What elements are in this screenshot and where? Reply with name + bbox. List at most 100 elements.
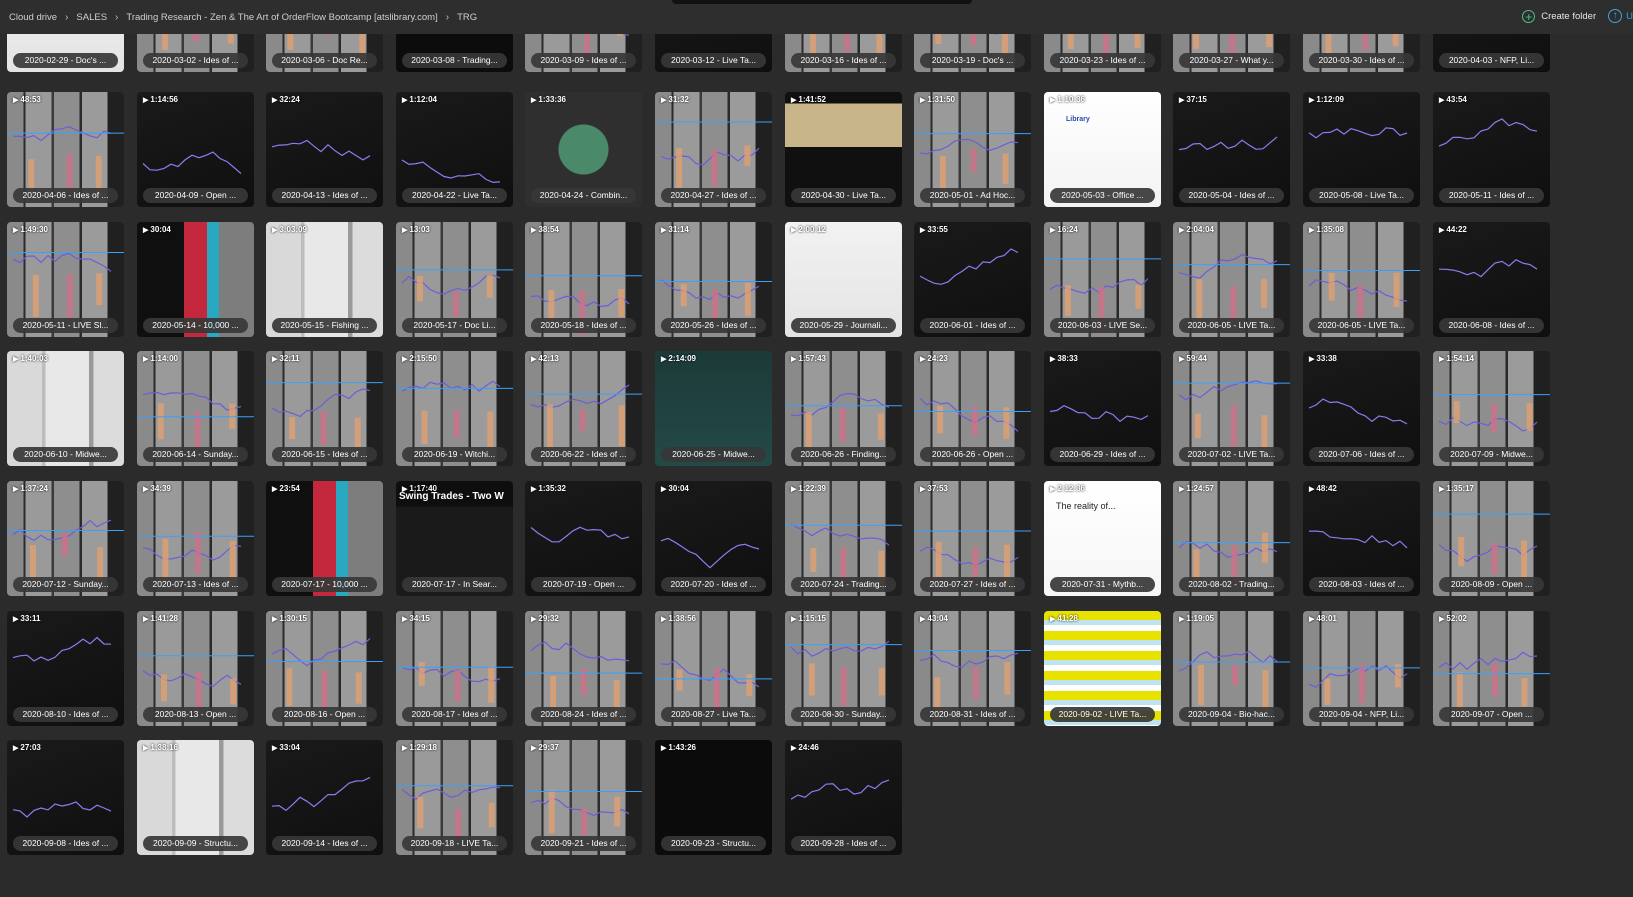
upload-button[interactable]: ↑ U	[1608, 9, 1633, 23]
video-tile[interactable]: Library ▶ 1:10:36 2020-05-03 - Office ...	[1044, 92, 1161, 207]
duration-text: 1:15:15	[798, 614, 826, 623]
video-tile[interactable]: ▶ 33:11 2020-08-10 - Ides of ...	[7, 611, 124, 726]
video-tile[interactable]: ▶ 1:49:30 2020-05-11 - LIVE Sl...	[7, 222, 124, 337]
video-tile[interactable]: ▶ 27:03 2020-09-08 - Ides of ...	[7, 740, 124, 855]
video-tile[interactable]: ▶ 44:22 2020-06-08 - Ides of ...	[1433, 222, 1550, 337]
video-tile[interactable]: ▶ 31:32 2020-04-27 - Ides of ...	[655, 92, 772, 207]
video-tile[interactable]: ▶ 42:13 2020-06-22 - Ides of ...	[525, 351, 642, 466]
file-name-label: 2020-04-09 - Open ...	[143, 188, 248, 203]
duration-label: ▶ 24:46	[791, 743, 819, 752]
duration-text: 27:03	[20, 743, 41, 752]
video-tile[interactable]: ▶ 1:12:04 2020-04-22 - Live Ta...	[396, 92, 513, 207]
video-tile[interactable]: ▶ 1:40:03 2020-06-10 - Midwe...	[7, 351, 124, 466]
breadcrumb-sales[interactable]: SALES	[76, 12, 107, 23]
video-tile[interactable]: ▶ 1:33:36 2020-04-24 - Combin...	[525, 92, 642, 207]
video-tile[interactable]: ▶ 34:15 2020-08-17 - Ides of ...	[396, 611, 513, 726]
duration-label: ▶ 33:55	[920, 225, 948, 234]
video-tile[interactable]: ▶ 2:04:04 2020-06-05 - LIVE Ta...	[1173, 222, 1290, 337]
video-tile[interactable]: ▶ 34:39 2020-07-13 - Ides of ...	[137, 481, 254, 596]
video-tile[interactable]: ▶ 1:38:16 2020-09-09 - Structu...	[137, 740, 254, 855]
video-tile[interactable]: ▶ 1:43:26 2020-09-23 - Structu...	[655, 740, 772, 855]
video-tile[interactable]: ▶ 1:57:43 2020-06-26 - Finding...	[785, 351, 902, 466]
video-tile[interactable]: Swing Trades - Two W ▶ 1:17:40 2020-07-17 -…	[396, 481, 513, 596]
video-tile[interactable]: ▶ 1:31:50 2020-05-01 - Ad Hoc...	[914, 92, 1031, 207]
video-tile[interactable]: ▶ 1:12:09 2020-05-08 - Live Ta...	[1303, 92, 1420, 207]
video-tile[interactable]: ▶ 1:41:52 2020-04-30 - Live Ta...	[785, 92, 902, 207]
video-tile[interactable]: ▶ 33:55 2020-06-01 - Ides of ...	[914, 222, 1031, 337]
video-tile[interactable]: ▶ 1:54:14 2020-07-09 - Midwe...	[1433, 351, 1550, 466]
breadcrumb-trading-research[interactable]: Trading Research - Zen & The Art of Orde…	[126, 12, 437, 23]
duration-label: ▶ 48:42	[1309, 484, 1337, 493]
create-folder-button[interactable]: + Create folder	[1522, 9, 1596, 23]
video-tile[interactable]: ▶ 1:22:39 2020-07-24 - Trading...	[785, 481, 902, 596]
duration-label: ▶ 1:49:30	[13, 225, 48, 234]
video-tile[interactable]: ▶ 41:28 2020-09-02 - LIVE Ta...	[1044, 611, 1161, 726]
video-tile[interactable]: ▶ 29:32 2020-08-24 - Ides of ...	[525, 611, 642, 726]
video-tile[interactable]: ▶ 1:30:15 2020-08-16 - Open ...	[266, 611, 383, 726]
play-icon: ▶	[402, 616, 408, 623]
video-tile[interactable]: ▶ 24:46 2020-09-28 - Ides of ...	[785, 740, 902, 855]
duration-label: ▶ 1:12:04	[402, 95, 437, 104]
video-tile[interactable]: ▶ 33:38 2020-07-06 - Ides of ...	[1303, 351, 1420, 466]
video-tile[interactable]: ▶ 38:54 2020-05-18 - Ides of ...	[525, 222, 642, 337]
video-tile[interactable]: ▶ 37:53 2020-07-27 - Ides of ...	[914, 481, 1031, 596]
breadcrumb: Cloud drive › SALES › Trading Research -…	[9, 12, 477, 23]
play-icon: ▶	[661, 227, 667, 234]
video-tile[interactable]: ▶ 33:04 2020-09-14 - Ides of ...	[266, 740, 383, 855]
file-name-label: 2020-04-06 - Ides of ...	[13, 188, 118, 203]
video-tile[interactable]: ▶ 1:19:05 2020-09-04 - Bio-hac...	[1173, 611, 1290, 726]
video-tile[interactable]: ▶ 30:04 2020-07-20 - Ides of ...	[655, 481, 772, 596]
video-tile[interactable]: ▶ 2:00:12 2020-05-29 - Journali...	[785, 222, 902, 337]
file-name-label: 2020-07-09 - Midwe...	[1439, 447, 1544, 462]
video-tile[interactable]: ▶ 2:14:09 2020-06-25 - Midwe...	[655, 351, 772, 466]
video-tile[interactable]: ▶ 48:42 2020-08-03 - Ides of ...	[1303, 481, 1420, 596]
video-tile[interactable]: ▶ 37:15 2020-05-04 - Ides of ...	[1173, 92, 1290, 207]
duration-label: ▶ 1:35:17	[1439, 484, 1474, 493]
video-tile[interactable]: ▶ 48:53 2020-04-06 - Ides of ...	[7, 92, 124, 207]
chevron-right-icon: ›	[445, 12, 450, 23]
video-tile[interactable]: ▶ 23:54 2020-07-17 - 10,000 ...	[266, 481, 383, 596]
video-tile[interactable]: ▶ 1:24:57 2020-08-02 - Trading...	[1173, 481, 1290, 596]
duration-text: 34:15	[409, 614, 430, 623]
video-tile[interactable]: ▶ 43:54 2020-05-11 - Ides of ...	[1433, 92, 1550, 207]
video-tile[interactable]: ▶ 43:04 2020-08-31 - Ides of ...	[914, 611, 1031, 726]
video-tile[interactable]: ▶ 30:04 2020-05-14 - 10,000 ...	[137, 222, 254, 337]
video-tile[interactable]: ▶ 31:14 2020-05-26 - Ides of ...	[655, 222, 772, 337]
video-tile[interactable]: ▶ 59:44 2020-07-02 - LIVE Ta...	[1173, 351, 1290, 466]
video-tile[interactable]: ▶ 29:37 2020-09-21 - Ides of ...	[525, 740, 642, 855]
file-name-label: 2020-06-26 - Open ...	[920, 447, 1025, 462]
video-tile[interactable]: ▶ 13:03 2020-05-17 - Doc Li...	[396, 222, 513, 337]
duration-label: ▶ 44:22	[1439, 225, 1467, 234]
breadcrumb-cloud-drive[interactable]: Cloud drive	[9, 12, 57, 23]
video-tile[interactable]: ▶ 38:33 2020-06-29 - Ides of ...	[1044, 351, 1161, 466]
video-tile[interactable]: ▶ 1:35:32 2020-07-19 - Open ...	[525, 481, 642, 596]
video-tile[interactable]: ▶ 2:15:50 2020-06-19 - Witchi...	[396, 351, 513, 466]
video-tile[interactable]: ▶ 1:35:08 2020-06-05 - LIVE Ta...	[1303, 222, 1420, 337]
file-name-label: 2020-07-13 - Ides of ...	[143, 577, 248, 592]
video-tile[interactable]: ▶ 1:14:00 2020-06-14 - Sunday...	[137, 351, 254, 466]
video-tile[interactable]: ▶ 1:29:18 2020-09-18 - LIVE Ta...	[396, 740, 513, 855]
video-tile[interactable]: ▶ 1:15:15 2020-08-30 - Sunday...	[785, 611, 902, 726]
file-name-label: 2020-09-02 - LIVE Ta...	[1050, 707, 1155, 722]
video-tile[interactable]: The reality of... ▶ 2:12:36 2020-07-31 - My…	[1044, 481, 1161, 596]
video-tile[interactable]: ▶ 1:38:56 2020-08-27 - Live Ta...	[655, 611, 772, 726]
play-icon: ▶	[920, 616, 926, 623]
duration-label: ▶ 1:15:15	[791, 614, 826, 623]
duration-text: 1:14:00	[150, 354, 178, 363]
video-tile[interactable]: ▶ 32:24 2020-04-13 - Ides of ...	[266, 92, 383, 207]
video-tile[interactable]: ▶ 1:35:17 2020-08-09 - Open ...	[1433, 481, 1550, 596]
video-tile[interactable]: ▶ 1:41:28 2020-08-13 - Open ...	[137, 611, 254, 726]
video-tile[interactable]: ▶ 52:02 2020-09-07 - Open ...	[1433, 611, 1550, 726]
breadcrumb-trg[interactable]: TRG	[457, 12, 477, 23]
play-icon: ▶	[13, 616, 19, 623]
file-name-label: 2020-07-27 - Ides of ...	[920, 577, 1025, 592]
video-tile[interactable]: ▶ 48:01 2020-09-04 - NFP, Li...	[1303, 611, 1420, 726]
video-tile[interactable]: ▶ 1:37:24 2020-07-12 - Sunday...	[7, 481, 124, 596]
video-tile[interactable]: ▶ 16:24 2020-06-03 - LIVE Se...	[1044, 222, 1161, 337]
video-tile[interactable]: ▶ 3:03:09 2020-05-15 - Fishing ...	[266, 222, 383, 337]
video-tile[interactable]: ▶ 1:14:56 2020-04-09 - Open ...	[137, 92, 254, 207]
upload-icon: ↑	[1608, 9, 1623, 23]
video-tile[interactable]: ▶ 24:23 2020-06-26 - Open ...	[914, 351, 1031, 466]
duration-text: 44:22	[1446, 225, 1467, 234]
video-tile[interactable]: ▶ 32:11 2020-06-15 - Ides of ...	[266, 351, 383, 466]
